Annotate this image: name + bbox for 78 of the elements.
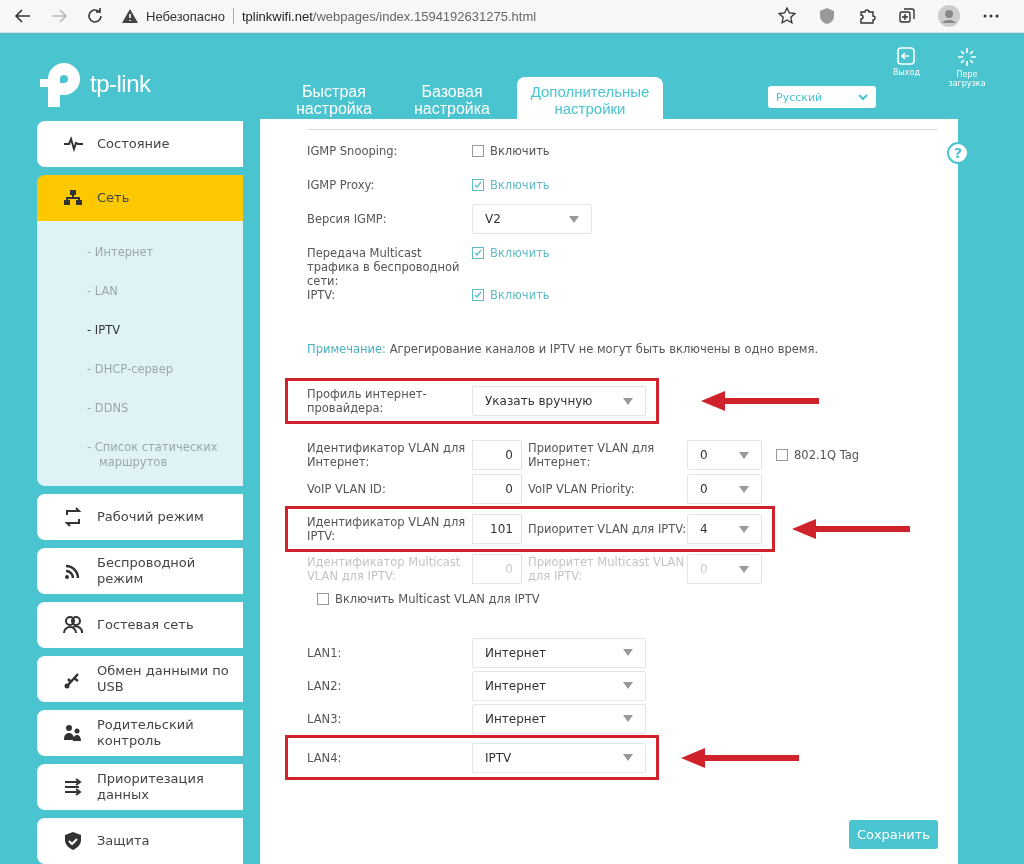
field-label: IGMP Proxy: xyxy=(307,178,376,192)
dropdown[interactable]: 0 xyxy=(687,474,762,504)
sidebar-item[interactable]: Сеть xyxy=(37,175,243,221)
reload-icon[interactable] xyxy=(86,7,104,25)
input-field[interactable]: 0 xyxy=(472,440,522,470)
collections-icon[interactable] xyxy=(898,7,916,25)
star-icon[interactable] xyxy=(778,7,796,25)
checkbox[interactable]: Включить Multicast VLAN для IPTV xyxy=(317,592,540,606)
field-label: Версия IGMP: xyxy=(307,212,388,226)
network-icon xyxy=(63,188,83,208)
field-label: Приоритет Multicast VLAN для IPTV: xyxy=(527,555,685,583)
sidebar-item[interactable]: Приоритезация данных xyxy=(37,764,243,810)
checkbox[interactable]: Включить xyxy=(472,144,550,158)
dropdown[interactable]: Интернет xyxy=(472,670,646,701)
swap-arrows-icon xyxy=(63,507,83,527)
field-label: IPTV: xyxy=(307,288,337,302)
dropdown[interactable]: 4 xyxy=(687,514,762,544)
caret-icon xyxy=(569,215,579,223)
family-icon xyxy=(63,723,83,743)
submenu-item[interactable]: - IPTV xyxy=(87,323,249,338)
shield-icon xyxy=(63,831,83,851)
sidebar-item[interactable]: Рабочий режим xyxy=(37,494,243,540)
dropdown[interactable]: 0 xyxy=(687,440,762,470)
arrows-icon xyxy=(63,777,83,797)
check-icon xyxy=(474,181,482,189)
check-icon xyxy=(474,291,482,299)
field-label: LAN4: xyxy=(307,750,343,765)
caret-icon xyxy=(739,525,749,533)
field-label: Приоритет VLAN для IPTV: xyxy=(527,522,687,536)
field-label: Передача Multicast трафика в беспроводной сети: xyxy=(307,246,461,288)
check-icon xyxy=(474,249,482,257)
field-label: LAN1: xyxy=(307,645,343,660)
sidebar-item[interactable]: Родительский контроль xyxy=(37,710,243,756)
sidebar-item[interactable]: Беспроводной режим xyxy=(37,548,243,594)
address-url[interactable]: tplinkwifi.net/webpages/index.1594192631275.html xyxy=(241,8,537,24)
field-label: Профиль интернет-провайдера: xyxy=(307,387,428,415)
caret-icon xyxy=(739,451,749,459)
burst-icon xyxy=(957,47,977,67)
field-label: Приоритет VLAN для Интернет: xyxy=(527,441,656,469)
sidebar-item[interactable]: Состояние xyxy=(37,121,243,167)
field-label: VoIP VLAN Priority: xyxy=(527,482,636,496)
caret-icon xyxy=(739,485,749,493)
caret-icon xyxy=(623,754,633,761)
chevron-icon xyxy=(858,93,868,101)
sidebar-item[interactable]: Обмен данными по USB xyxy=(37,656,243,702)
field-label: Идентификатор VLAN для Интернет: xyxy=(307,441,467,469)
field-label: Идентификатор Multicast VLAN для IPTV: xyxy=(307,555,462,583)
caret-icon xyxy=(623,649,633,656)
warning-icon[interactable] xyxy=(122,9,138,23)
puzzle-icon[interactable] xyxy=(858,7,876,25)
security-label[interactable]: Небезопасно xyxy=(146,8,225,24)
people-icon xyxy=(63,615,83,635)
field-label: VoIP VLAN ID: xyxy=(307,482,387,496)
exit-icon xyxy=(897,47,916,65)
checkbox[interactable]: 802.1Q Tag xyxy=(776,448,860,462)
field-label: LAN3: xyxy=(307,711,343,726)
dropdown[interactable]: V2 xyxy=(472,204,592,234)
sidebar-item[interactable]: Защита xyxy=(37,818,243,864)
caret-icon xyxy=(623,715,633,722)
field-label: LAN2: xyxy=(307,678,343,693)
caret-icon xyxy=(739,565,749,573)
caret-icon xyxy=(623,397,633,405)
input-field[interactable]: 101 xyxy=(472,514,522,544)
dropdown[interactable]: Интернет xyxy=(472,703,646,734)
sidebar-item[interactable]: Гостевая сеть xyxy=(37,602,243,648)
avatar-icon[interactable] xyxy=(938,5,960,27)
dropdown[interactable]: Указать вручную xyxy=(472,386,646,416)
back-icon[interactable] xyxy=(14,7,32,25)
dropdown[interactable]: IPTV xyxy=(472,742,646,773)
caret-icon xyxy=(623,682,633,689)
note-text: Примечание: Агрегирование каналов и IPTV не могут быть включены в одно время. xyxy=(307,342,820,356)
pulse-icon xyxy=(63,134,83,154)
dropdown[interactable]: Интернет xyxy=(472,637,646,668)
logo-text: tp-link xyxy=(90,70,151,98)
field-label: Идентификатор VLAN для IPTV: xyxy=(307,515,467,543)
shield-icon[interactable] xyxy=(818,7,836,25)
field-label: IGMP Snooping: xyxy=(307,144,399,158)
input-field[interactable]: 0 xyxy=(472,474,522,504)
